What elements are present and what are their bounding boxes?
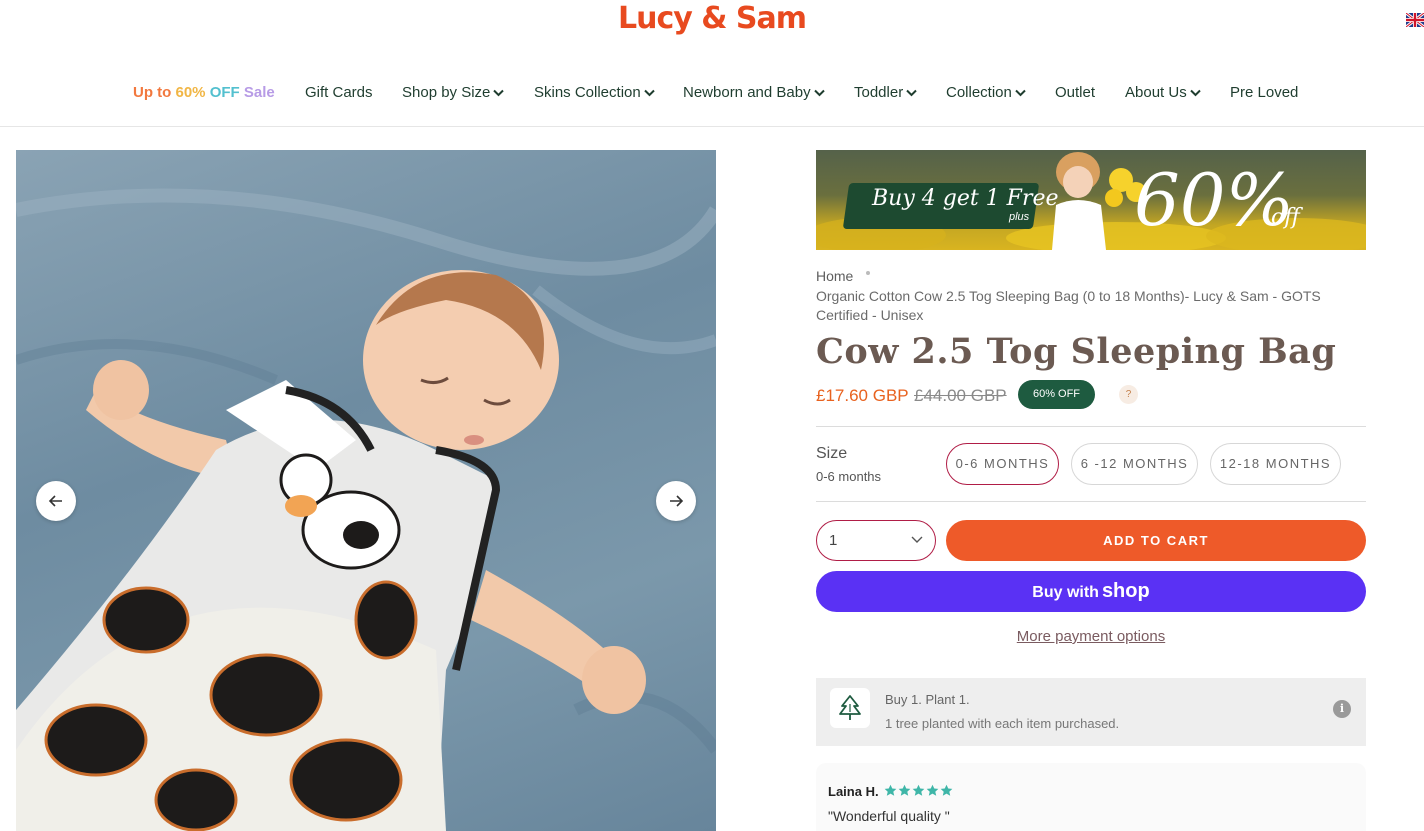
star-icon	[912, 784, 925, 796]
plant-title: Buy 1. Plant 1.	[885, 692, 970, 707]
buy-one-plant-one-block: Buy 1. Plant 1. 1 tree planted with each…	[816, 678, 1366, 746]
quantity-value: 1	[829, 532, 838, 549]
nav-item-sale[interactable]: Up to 60% OFF Sale	[133, 82, 275, 104]
shop-pay-logo: shop	[1101, 580, 1150, 602]
plant-subtitle: 1 tree planted with each item purchased.	[885, 716, 1120, 731]
nav-label: Toddler	[854, 84, 904, 101]
size-option-0-6-months[interactable]: 0-6 MONTHS	[946, 443, 1059, 485]
buy-with-shop-button[interactable]: Buy with shop	[816, 571, 1366, 612]
quantity-select[interactable]: 1	[816, 520, 936, 561]
breadcrumb-current: Organic Cotton Cow 2.5 Tog Sleeping Bag …	[816, 288, 1321, 323]
sale-price: £17.60 GBP	[816, 386, 909, 405]
sale-text-off: OFF	[209, 84, 240, 101]
chevron-down-icon	[644, 89, 655, 97]
chevron-down-icon	[1189, 89, 1201, 97]
chevron-down-icon	[813, 89, 825, 97]
divider	[816, 501, 1366, 502]
more-payment-options-link[interactable]: More payment options	[816, 628, 1366, 645]
nav-item-collection[interactable]: Collection	[946, 82, 1026, 104]
tree-icon	[830, 688, 870, 728]
nav-item-pre-loved[interactable]: Pre Loved	[1230, 82, 1298, 104]
add-to-cart-button[interactable]: ADD TO CART	[946, 520, 1366, 561]
nav-item-gift-cards[interactable]: Gift Cards	[305, 82, 373, 104]
nav-label: Newborn and Baby	[683, 84, 811, 101]
nav-item-skins-collection[interactable]: Skins Collection	[534, 82, 655, 104]
header-divider	[0, 126, 1424, 127]
star-icon	[940, 784, 953, 796]
shop-buy-label: Buy with	[1032, 584, 1099, 601]
product-image-gallery[interactable]	[16, 150, 716, 831]
nav-item-newborn-and-baby[interactable]: Newborn and Baby	[683, 82, 825, 104]
gallery-prev-button[interactable]	[36, 481, 76, 521]
nav-item-about-us[interactable]: About Us	[1125, 82, 1201, 104]
star-icon	[898, 784, 911, 796]
promo-plus-text: plus	[1009, 211, 1030, 223]
star-rating	[884, 784, 953, 797]
promo-off-text: off	[1271, 205, 1300, 230]
size-option-12-18-months[interactable]: 12-18 MONTHS	[1210, 443, 1341, 485]
chevron-down-icon	[911, 536, 923, 543]
chevron-down-icon	[906, 89, 917, 97]
size-selected-value: 0-6 months	[816, 469, 882, 484]
chevron-down-icon	[493, 89, 505, 97]
breadcrumb-separator	[866, 271, 870, 275]
discount-badge: 60% OFF	[1018, 380, 1095, 409]
star-icon	[926, 784, 939, 796]
arrow-right-icon	[670, 495, 684, 507]
product-photo-baby-sleeping-bag	[16, 188, 716, 831]
nav-label: Collection	[946, 84, 1012, 101]
gallery-next-button[interactable]	[656, 481, 696, 521]
chevron-down-icon	[1015, 89, 1026, 97]
arrow-left-icon	[48, 495, 62, 507]
sale-text-up-to: Up to	[133, 84, 172, 101]
nav-label: About Us	[1125, 84, 1187, 101]
promo-banner[interactable]: Buy 4 get 1 Free plus 60% off	[816, 150, 1366, 250]
nav-label: Skins Collection	[534, 84, 641, 101]
reviewer-name: Laina H.	[828, 784, 879, 799]
sale-text-percent: 60%	[175, 84, 206, 101]
info-icon[interactable]: i	[1333, 700, 1351, 718]
nav-item-toddler[interactable]: Toddler	[854, 82, 917, 104]
size-option-6-12-months[interactable]: 6 -12 MONTHS	[1071, 443, 1198, 485]
store-logo[interactable]: Lucy & Sam	[0, 0, 1424, 38]
size-label: Size	[816, 445, 848, 462]
promo-offer-text: Buy 4 get 1 Free	[872, 186, 1059, 211]
product-title: Cow 2.5 Tog Sleeping Bag	[816, 331, 1337, 372]
help-icon[interactable]: ?	[1119, 385, 1138, 404]
divider	[816, 426, 1366, 427]
compare-at-price: £44.00 GBP	[914, 386, 1007, 405]
nav-label: Shop by Size	[402, 84, 491, 101]
main-nav: Up to 60% OFF Sale Gift Cards Shop by Si…	[0, 82, 1424, 104]
breadcrumb-home[interactable]: Home	[816, 268, 853, 284]
nav-item-outlet[interactable]: Outlet	[1055, 82, 1095, 104]
star-icon	[884, 784, 897, 796]
review-text: "Wonderful quality "	[828, 808, 950, 824]
uk-flag-icon[interactable]	[1406, 13, 1424, 27]
nav-item-shop-by-size[interactable]: Shop by Size	[402, 82, 505, 104]
review-card: Laina H. "Wonderful quality "	[816, 763, 1366, 831]
sale-text-sale: Sale	[243, 84, 275, 101]
